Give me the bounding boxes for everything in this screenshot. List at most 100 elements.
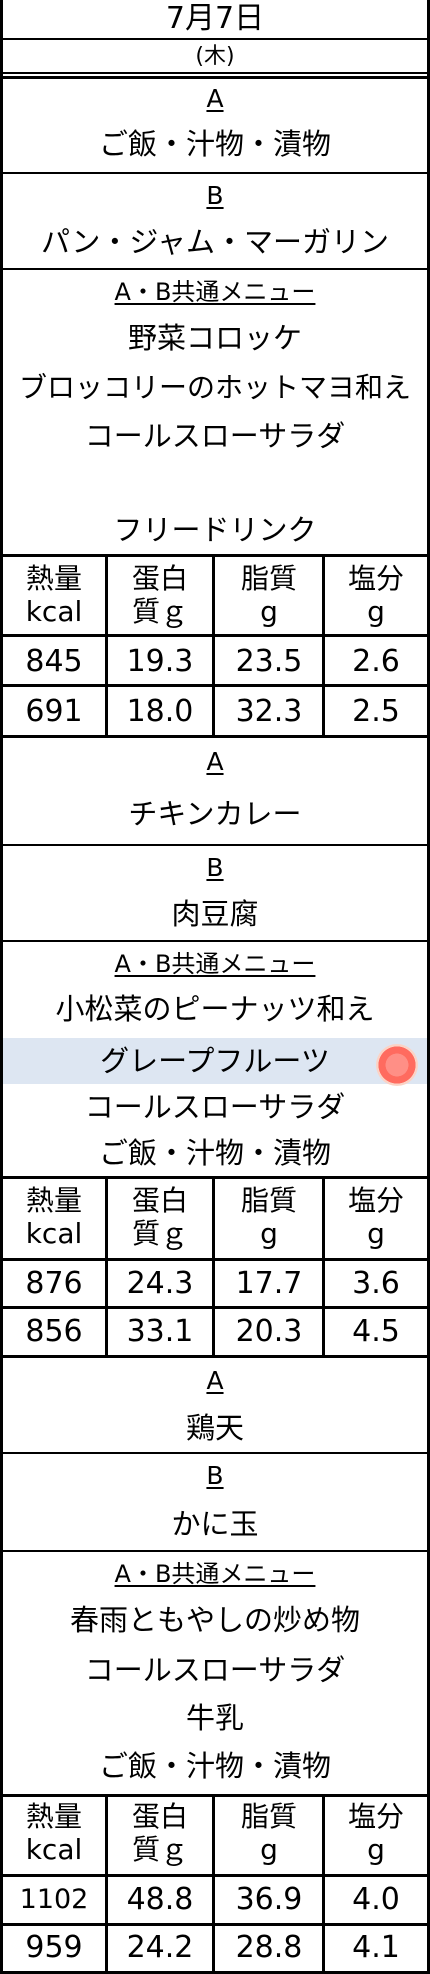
section1-a-energy: 845 (25, 644, 83, 679)
row-divider (0, 1176, 430, 1179)
section1-common-item: フリードリンク (113, 513, 317, 547)
section2-b-label: B (206, 853, 224, 882)
header-line: kcal (25, 1217, 83, 1250)
row-divider (0, 684, 430, 687)
section1-a-menu: ご飯・汁物・漬物 (98, 127, 331, 161)
row-divider (0, 1794, 430, 1797)
section2-a-salt: 3.6 (352, 1266, 400, 1301)
nutrition-header-fat: 脂質 g (216, 1184, 322, 1250)
section3-common-item: コールスローサラダ (84, 1653, 346, 1687)
header-divider (0, 38, 430, 40)
section2-common-label: A・B共通メニュー (114, 950, 316, 978)
section1-b-label: B (206, 181, 224, 210)
section3-b-menu: かに玉 (171, 1507, 259, 1541)
row-divider (0, 172, 430, 174)
section3-common-label: A・B共通メニュー (114, 1560, 316, 1588)
section1-common-item: 野菜コロッケ (127, 321, 302, 355)
section3-a-protein: 48.8 (126, 1882, 194, 1917)
section1-a-salt: 2.6 (352, 644, 400, 679)
col-divider (212, 554, 215, 738)
header-line: 塩分 (347, 1800, 404, 1833)
header-line: g (260, 595, 278, 628)
col-divider (105, 554, 108, 738)
row-divider (0, 554, 430, 557)
col-divider (105, 1176, 108, 1358)
nutrition-header-salt: 塩分 g (326, 1800, 426, 1866)
header-line: 質ｇ (131, 595, 188, 628)
nutrition-header-protein: 蛋白 質ｇ (108, 1800, 212, 1866)
col-divider (322, 1794, 325, 1974)
row-divider (0, 940, 430, 942)
section3-common-item: ご飯・汁物・漬物 (98, 1749, 331, 1783)
section1-b-fat: 32.3 (235, 694, 303, 729)
section1-b-salt: 2.5 (352, 694, 400, 729)
row-divider (0, 1452, 430, 1454)
row-divider (0, 844, 430, 846)
row-divider (0, 1258, 430, 1261)
header-line: 脂質 (240, 1800, 297, 1833)
row-divider (0, 735, 430, 738)
header-line: 脂質 (240, 1184, 297, 1217)
section2-a-label: A (206, 747, 224, 776)
row-divider (0, 1874, 430, 1877)
section1-a-label: A (206, 84, 224, 113)
header-line: 熱量 (25, 1184, 82, 1217)
menu-sheet: 7月7日 (木) A ご飯・汁物・漬物 B パン・ジャム・マーガリン A・B共通… (0, 0, 430, 1974)
section2-b-salt: 4.5 (352, 1314, 400, 1349)
col-divider (322, 1176, 325, 1358)
col-divider (212, 1176, 215, 1358)
section1-common-item (0, 460, 430, 508)
section2-b-protein: 33.1 (126, 1314, 194, 1349)
nutrition-header-energy: 熱量 kcal (4, 1184, 104, 1250)
section1-common-item: ブロッコリーのホットマヨ和え (18, 371, 411, 404)
grapefruit-icon (376, 1044, 418, 1086)
nutrition-header-salt: 塩分 g (326, 562, 426, 628)
header-line: 熱量 (25, 562, 82, 595)
header-line: kcal (25, 1833, 83, 1866)
nutrition-header-fat: 脂質 g (216, 562, 322, 628)
row-divider (0, 1355, 430, 1358)
nutrition-header-protein: 蛋白 質ｇ (108, 1184, 212, 1250)
nutrition-header-energy: 熱量 kcal (4, 562, 104, 628)
section2-common-item: 小松菜のピーナッツ和え (55, 992, 375, 1026)
section2-b-energy: 856 (25, 1314, 83, 1349)
section2-a-fat: 17.7 (235, 1266, 303, 1301)
section2-common-item: ご飯・汁物・漬物 (98, 1136, 331, 1170)
section2-a-energy: 876 (25, 1266, 83, 1301)
section2-common-item-highlighted: グレープフルーツ (100, 1044, 330, 1078)
section3-a-fat: 36.9 (235, 1882, 303, 1917)
header-line: g (260, 1833, 278, 1866)
day-of-week: (木) (195, 44, 235, 69)
section2-a-menu: チキンカレー (128, 797, 302, 831)
section1-a-fat: 23.5 (235, 644, 303, 679)
section3-a-salt: 4.0 (352, 1882, 400, 1917)
row-divider (0, 268, 430, 270)
header-line: 熱量 (25, 1800, 82, 1833)
header-line: 蛋白 (131, 1184, 188, 1217)
header-line: g (367, 1833, 385, 1866)
section3-a-energy: 1102 (19, 1884, 89, 1915)
section3-b-protein: 24.2 (126, 1930, 194, 1965)
header-line: g (260, 1217, 278, 1250)
header-bottom-thick (0, 76, 430, 79)
nutrition-header-salt: 塩分 g (326, 1184, 426, 1250)
date-title: 7月7日 (165, 1, 265, 36)
header-line: g (367, 1217, 385, 1250)
section1-b-protein: 18.0 (126, 694, 194, 729)
outer-border-left (0, 0, 3, 1974)
col-divider (212, 1794, 215, 1974)
row-divider (0, 1923, 430, 1926)
section3-b-fat: 28.8 (235, 1930, 303, 1965)
header-line: g (367, 595, 385, 628)
section3-common-item: 春雨ともやしの炒め物 (69, 1603, 360, 1637)
section2-common-item: コールスローサラダ (84, 1090, 346, 1124)
section3-b-label: B (206, 1461, 224, 1490)
header-bottom (0, 72, 430, 74)
section1-a-protein: 19.3 (126, 644, 194, 679)
section1-b-menu: パン・ジャム・マーガリン (40, 225, 389, 259)
section3-b-energy: 959 (25, 1930, 83, 1965)
row-divider (0, 1306, 430, 1309)
header-line: 脂質 (240, 562, 297, 595)
section3-common-item: 牛乳 (185, 1701, 244, 1735)
header-line: 蛋白 (131, 562, 188, 595)
